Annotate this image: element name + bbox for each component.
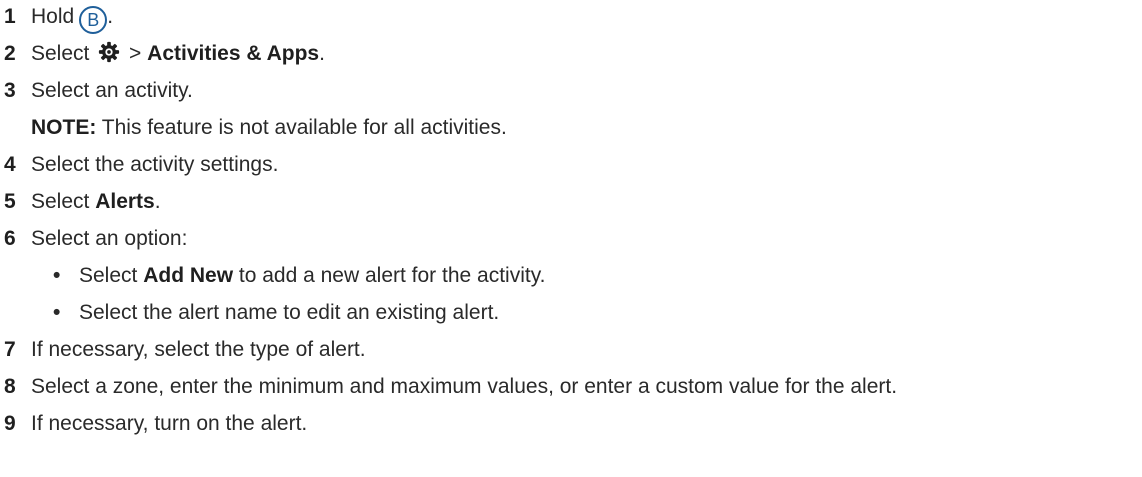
step-text: If necessary, turn on the alert. [31, 412, 308, 435]
step-number: 1 [4, 5, 16, 28]
step-number: 9 [4, 412, 16, 435]
step-text: Select Alerts. [31, 190, 161, 213]
step-text: Select > Activities & Apps. [31, 41, 325, 65]
gear-icon [99, 41, 120, 63]
option-text: Select Add New to add a new alert for th… [79, 264, 546, 287]
step-number: 4 [4, 153, 16, 176]
step-text: Select an activity. [31, 79, 193, 102]
step-number: 6 [4, 227, 16, 250]
step-text: Hold B. [31, 2, 113, 34]
step-text: Select a zone, enter the minimum and max… [31, 375, 898, 398]
step-number: 2 [4, 42, 16, 65]
bullet-icon: • [53, 264, 61, 287]
step-number: 8 [4, 375, 16, 398]
b-button-icon: B [79, 6, 108, 34]
bullet-icon: • [53, 301, 61, 324]
note-text: NOTE: This feature is not available for … [31, 116, 507, 139]
step-number: 3 [4, 79, 16, 102]
option-text: Select the alert name to edit an existin… [79, 301, 500, 324]
step-text: If necessary, select the type of alert. [31, 338, 366, 361]
note-label: NOTE: [31, 116, 97, 139]
step-number: 7 [4, 338, 16, 361]
instruction-list: 1 Hold B. 2 Select > Activities & Apps. … [0, 0, 1142, 435]
step-number: 5 [4, 190, 16, 213]
step-text: Select the activity settings. [31, 153, 279, 176]
step-text: Select an option: [31, 227, 188, 250]
